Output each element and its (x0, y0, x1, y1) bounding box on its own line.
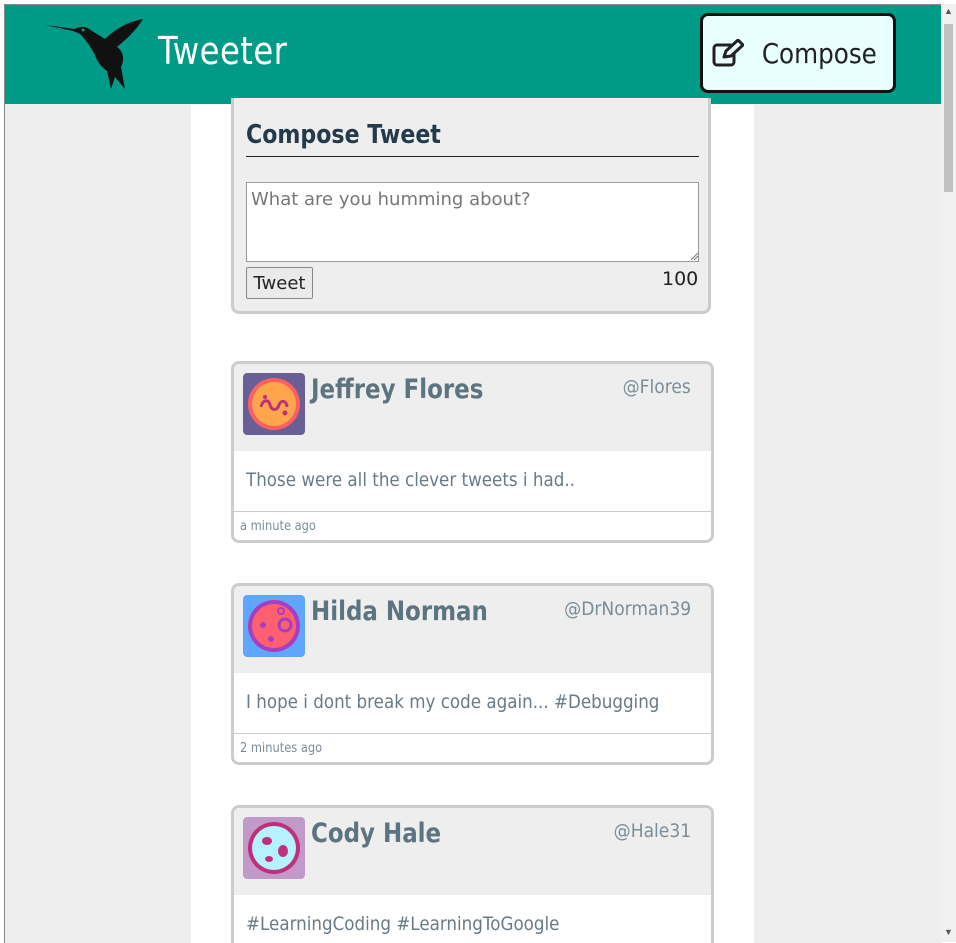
tweet-footer: 2 minutes ago (234, 734, 711, 762)
character-counter: 100 (662, 268, 699, 290)
tweet-text: #LearningCoding #LearningToGoogle (246, 913, 560, 935)
tweet-text: I hope i dont break my code again... #De… (246, 691, 660, 713)
tweet-author-handle: @Flores (622, 376, 691, 398)
scroll-up-arrow-icon[interactable]: ▲ (944, 7, 953, 16)
tweet-author-name: Hilda Norman (311, 596, 488, 627)
avatar (243, 817, 305, 879)
tweet-body: Those were all the clever tweets i had.. (234, 451, 711, 512)
divider (246, 156, 699, 157)
compose-title: Compose Tweet (246, 120, 441, 150)
compose-tweet-panel: Compose Tweet Tweet 100 (231, 98, 711, 314)
tweet-timestamp: a minute ago (240, 519, 316, 534)
avatar (243, 373, 305, 435)
tweet-card: Cody Hale @Hale31 #LearningCoding #Learn… (231, 805, 714, 943)
edit-icon (712, 39, 744, 67)
main-content: Compose Tweet Tweet 100 Jeffrey (191, 98, 754, 943)
scroll-down-arrow-icon[interactable]: ▼ (944, 928, 953, 937)
tweet-header: Hilda Norman @DrNorman39 (234, 586, 711, 673)
tweet-timestamp: 2 minutes ago (240, 741, 323, 756)
page-frame: Tweeter Compose Compose Tweet Tweet 100 (4, 4, 942, 943)
tweet-button[interactable]: Tweet (246, 267, 313, 299)
compose-button[interactable]: Compose (700, 13, 896, 93)
hummingbird-logo-icon (45, 19, 143, 89)
tweet-card: Jeffrey Flores @Flores Those were all th… (231, 361, 714, 543)
tweet-header: Cody Hale @Hale31 (234, 808, 711, 895)
tweet-body: #LearningCoding #LearningToGoogle (234, 895, 711, 943)
tweet-input[interactable] (246, 182, 699, 262)
tweet-footer: a minute ago (234, 512, 711, 540)
vertical-scrollbar[interactable]: ▲ ▼ (941, 4, 956, 942)
tweet-text: Those were all the clever tweets i had.. (246, 469, 575, 491)
navbar: Tweeter Compose (5, 5, 942, 104)
compose-button-label: Compose (761, 36, 877, 70)
tweet-author-handle: @DrNorman39 (563, 598, 691, 620)
avatar (243, 595, 305, 657)
brand-title[interactable]: Tweeter (158, 29, 287, 73)
scroll-thumb[interactable] (944, 24, 953, 192)
tweet-header: Jeffrey Flores @Flores (234, 364, 711, 451)
tweet-body: I hope i dont break my code again... #De… (234, 673, 711, 734)
tweet-author-handle: @Hale31 (613, 820, 691, 842)
tweet-author-name: Cody Hale (311, 818, 442, 849)
tweet-card: Hilda Norman @DrNorman39 I hope i dont b… (231, 583, 714, 765)
tweet-author-name: Jeffrey Flores (311, 374, 484, 405)
resize-grip-icon[interactable] (690, 252, 699, 261)
